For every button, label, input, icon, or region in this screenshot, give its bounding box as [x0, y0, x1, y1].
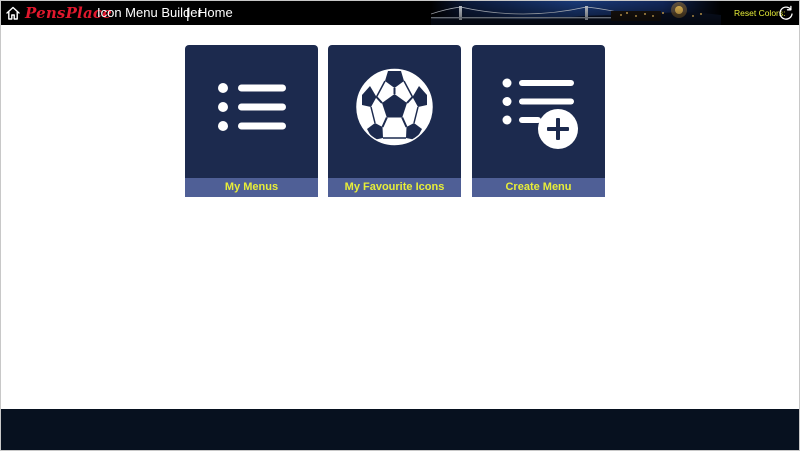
list-icon: [218, 83, 286, 131]
tile-label: Create Menu: [472, 178, 605, 197]
tile-my-favourite-icons[interactable]: My Favourite Icons: [328, 45, 461, 197]
add-list-icon: [502, 78, 578, 149]
tile-label: My Favourite Icons: [328, 178, 461, 197]
tile-label: My Menus: [185, 178, 318, 197]
app-header: PensPlace Icon Menu Builder | Home Reset…: [1, 1, 799, 25]
soccer-ball-icon: [356, 68, 433, 146]
header-banner-image: [431, 1, 721, 25]
tile-my-menus[interactable]: My Menus: [185, 45, 318, 197]
home-icon[interactable]: [5, 5, 21, 21]
refresh-icon[interactable]: [778, 5, 794, 21]
breadcrumb-separator: |: [186, 5, 190, 21]
page-title: Home: [198, 5, 233, 20]
tile-create-menu[interactable]: Create Menu: [472, 45, 605, 197]
app-footer: [1, 409, 799, 450]
